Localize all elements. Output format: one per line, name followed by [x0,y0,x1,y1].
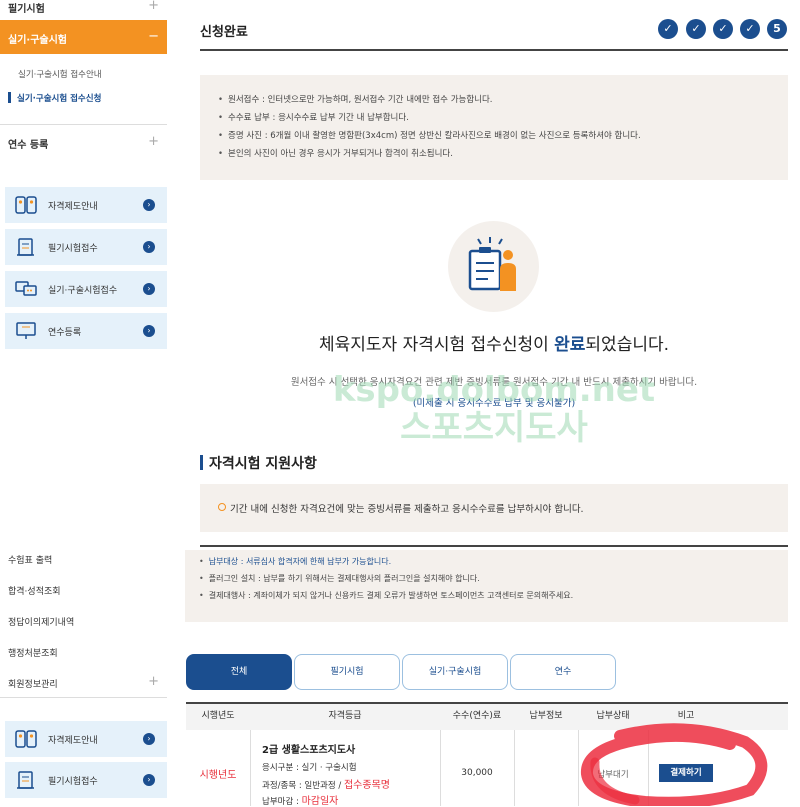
document-icon [17,238,34,256]
bullet-dot-icon [218,503,226,511]
col-header-fee: 수수(연수)료 [452,711,502,721]
cell-course-label: 과정/종목 : 일반과정 / [262,781,344,791]
chevron-right-icon: › [143,199,155,211]
monitor-icon [16,322,36,339]
chat-icon [15,281,37,296]
completion-headline: 체육지도자 자격시험 접수신청이 완료되었습니다. [200,330,788,355]
completion-illustration [448,221,539,312]
watermark-line: 스포츠지도사 [400,408,588,448]
highlight-annotation [581,723,768,806]
step-indicator-2: ✓ [686,19,706,39]
cell-type: 응시구분 : 실기 · 구술시험 [262,763,357,773]
cell-course-value: 접수종목명 [343,780,390,791]
divider [0,124,167,125]
divider [0,697,167,698]
tab-practical[interactable]: 실기·구술시험 [402,654,508,690]
quick-link-written-apply[interactable]: 필기시험접수 › [5,229,167,265]
sidebar-item-label: 필기시험 [8,4,45,15]
col-header-payinfo: 납부정보 [529,711,563,721]
step-indicator-3: ✓ [713,19,733,39]
page-title: 신청완료 [200,25,248,40]
col-header-paystatus: 납부상태 [596,711,630,721]
cell-deadline: 납부마감 : 마감일자 [262,792,338,807]
id-card-icon [15,196,37,214]
headline-text: 되었습니다. [585,335,670,355]
sidebar-link-label: 행정처분조회 [8,649,58,659]
header-divider [200,545,788,547]
notice-item: 증명 사진 : 6개월 이내 촬영한 명함판(3x4cm) 정면 상반신 칼라사… [218,127,788,145]
notice-box-2: 납부대상 : 서류심사 합격자에 한해 납부가 가능합니다. 플러그인 설치 :… [185,550,788,622]
quick-link-label: 필기시험접수 [48,777,98,787]
tab-all[interactable]: 전체 [186,654,292,690]
quick-link-label: 실기·구술시험접수 [48,286,118,296]
header-divider [200,49,788,51]
col-header-year: 시행년도 [201,711,235,721]
notice-item: 수수료 납부 : 응시수수료 납부 기간 내 납부합니다. [218,109,788,127]
section-marker [200,455,203,470]
quick-link-practical-apply[interactable]: 실기·구술시험접수 › [5,271,167,307]
tab-training[interactable]: 연수 [510,654,616,690]
watermark: kspo.dolbom.net 스포츠지도사 [200,372,788,448]
chevron-right-icon: › [143,241,155,253]
quick-link-label: 연수등록 [48,328,82,338]
quick-link-label: 자격제도안내 [48,736,98,746]
notice-box: 원서접수 : 인터넷으로만 가능하며, 원서접수 기간 내에만 접수 가능합니다… [200,75,788,180]
document-icon [17,771,34,789]
section-title-text: 자격시험 지원사항 [209,456,317,472]
cell-year: 시행년도 [199,770,237,781]
quick-link-label: 필기시험접수 [48,244,98,254]
sidebar-link-label: 합격·성적조회 [8,587,61,597]
quick-link-qualification[interactable]: 자격제도안내 › [5,187,167,223]
sidebar-item-practical-exam[interactable]: 실기·구술시험 − [0,20,167,54]
cell-course: 과정/종목 : 일반과정 / 접수종목명 [262,776,390,791]
plus-icon: + [148,134,159,149]
step-indicator-4: ✓ [740,19,760,39]
notice-item: 본인의 사진이 아닌 경우 응시가 거부되거나 합격이 취소됩니다. [218,145,788,163]
step-indicator-1: ✓ [658,19,678,39]
notice-item: 플러그인 설치 : 납부를 하기 위해서는 결제대행사의 플러그인을 설치해야 … [199,570,788,587]
sidebar-item-written-exam[interactable]: 필기시험 + [0,0,167,16]
id-card-icon [15,730,37,748]
cell-grade: 2급 생활스포츠지도사 [262,745,356,756]
quick-link-qualification-2[interactable]: 자격제도안내 › [5,721,167,757]
quick-link-written-apply-2[interactable]: 필기시험접수 › [5,762,167,798]
minus-icon: − [148,29,159,44]
section-notice: 기간 내에 신청한 자격요건에 맞는 증빙서류를 제출하고 응시수수료를 납부하… [200,484,788,532]
plus-icon: + [148,0,159,13]
chevron-right-icon: › [143,325,155,337]
headline-text: 체육지도자 자격시험 접수신청이 [318,335,555,355]
plus-icon: + [148,674,159,689]
section-notice-text: 기간 내에 신청한 자격요건에 맞는 증빙서류를 제출하고 응시수수료를 납부하… [230,504,584,515]
col-header-grade: 자격등급 [328,711,362,721]
quick-link-training[interactable]: 연수등록 › [5,313,167,349]
notice-item: 납부대상 : 서류심사 합격자에 한해 납부가 가능합니다. [199,553,788,570]
sidebar-sub-label: 실기·구술시험 접수신청 [17,94,102,104]
active-marker [8,92,11,103]
step-indicator-5: 5 [767,19,787,39]
sidebar-item-label: 연수 등록 [8,140,49,151]
clipboard-person-icon [468,237,516,291]
sidebar-link-label: 회원정보관리 [8,680,58,690]
chevron-right-icon: › [143,733,155,745]
quick-link-label: 자격제도안내 [48,202,98,212]
cell-deadline-value: 마감일자 [301,796,339,807]
headline-highlight: 완료 [554,335,586,355]
notice-item: 결제대행사 : 계좌이체가 되지 않거나 신용카드 결제 오류가 발생하면 토스… [199,587,788,604]
cell-fee: 30,000 [461,768,493,778]
sidebar-item-label: 실기·구술시험 [8,35,67,46]
col-header-note: 비고 [677,711,695,721]
tab-written[interactable]: 필기시험 [294,654,400,690]
sidebar-link-label: 수험표 출력 [8,556,53,566]
sidebar-link-label: 정답이의제기내역 [8,618,75,628]
chevron-right-icon: › [143,774,155,786]
chevron-right-icon: › [143,283,155,295]
watermark-line: kspo.dolbom.net [332,370,656,410]
sidebar-sub-label: 실기·구술시험 접수안내 [18,70,102,80]
notice-item-text: 납부대상 : 서류심사 합격자에 한해 납부가 가능합니다. [208,557,392,566]
notice-item: 원서접수 : 인터넷으로만 가능하며, 원서접수 기간 내에만 접수 가능합니다… [218,91,788,109]
